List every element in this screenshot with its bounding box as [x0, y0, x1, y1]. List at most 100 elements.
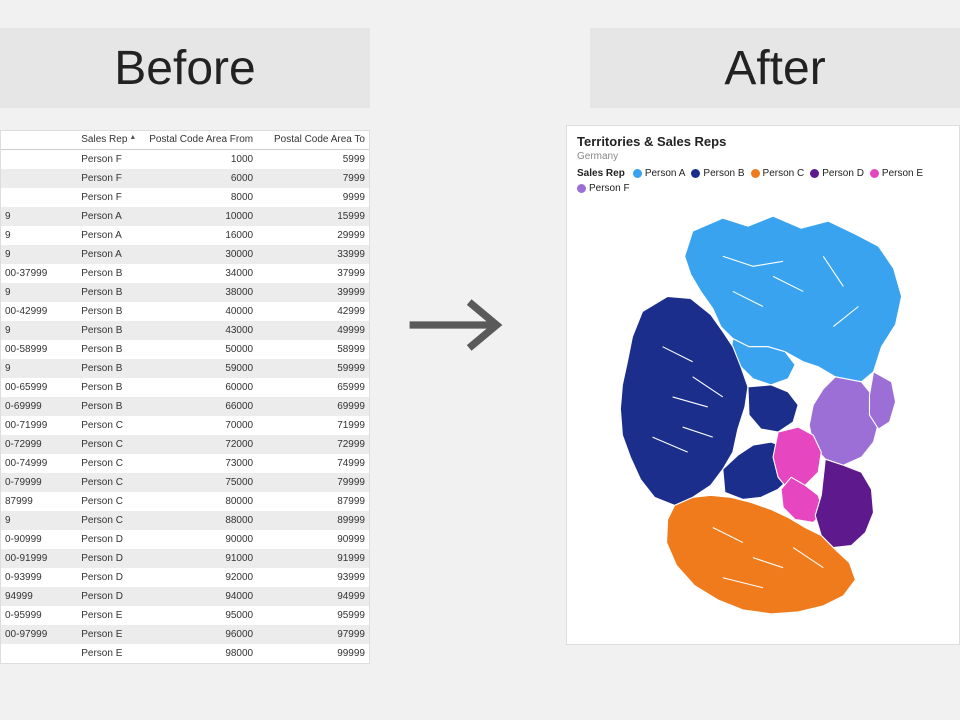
table-row[interactable]: 0-72999Person C7200072999	[1, 435, 369, 454]
table-row[interactable]: Person F10005999	[1, 149, 369, 169]
before-heading-text: Before	[114, 41, 255, 96]
cell-from: 91000	[143, 549, 257, 568]
cell-from: 60000	[143, 378, 257, 397]
cell-id	[1, 188, 77, 207]
cell-rep: Person D	[77, 549, 143, 568]
region-person-d[interactable]	[815, 459, 873, 547]
cell-rep: Person E	[77, 606, 143, 625]
table-row[interactable]: 0-79999Person C7500079999	[1, 473, 369, 492]
cell-rep: Person D	[77, 568, 143, 587]
legend-item[interactable]: Person C	[751, 168, 805, 179]
cell-id	[1, 644, 77, 663]
table-row[interactable]: 00-91999Person D9100091999	[1, 549, 369, 568]
cell-rep: Person B	[77, 397, 143, 416]
table-row[interactable]: 00-97999Person E9600097999	[1, 625, 369, 644]
table-row[interactable]: Person E9800099999	[1, 644, 369, 663]
map-canvas[interactable]	[567, 196, 959, 638]
cell-rep: Person B	[77, 359, 143, 378]
table-row[interactable]: 00-71999Person C7000071999	[1, 416, 369, 435]
cell-from: 70000	[143, 416, 257, 435]
table-row[interactable]: 00-74999Person C7300074999	[1, 454, 369, 473]
cell-rep: Person B	[77, 321, 143, 340]
table-row[interactable]: 00-37999Person B3400037999	[1, 264, 369, 283]
cell-to: 29999	[257, 226, 369, 245]
cell-id: 00-58999	[1, 340, 77, 359]
column-header-to[interactable]: Postal Code Area To	[257, 131, 369, 149]
cell-rep: Person A	[77, 226, 143, 245]
table-row[interactable]: 9Person C8800089999	[1, 511, 369, 530]
table-row[interactable]: 0-95999Person E9500095999	[1, 606, 369, 625]
legend-item-label: Person F	[589, 183, 630, 194]
cell-from: 59000	[143, 359, 257, 378]
table-row[interactable]: 87999Person C8000087999	[1, 492, 369, 511]
cell-from: 88000	[143, 511, 257, 530]
cell-id: 9	[1, 283, 77, 302]
table-row[interactable]: 9Person B5900059999	[1, 359, 369, 378]
region-person-b-3[interactable]	[748, 385, 798, 432]
cell-rep: Person B	[77, 264, 143, 283]
table-row[interactable]: 9Person B3800039999	[1, 283, 369, 302]
region-person-e[interactable]	[773, 427, 821, 489]
cell-rep: Person F	[77, 149, 143, 169]
table-row[interactable]: Person F80009999	[1, 188, 369, 207]
cell-to: 79999	[257, 473, 369, 492]
cell-to: 90999	[257, 530, 369, 549]
cell-from: 73000	[143, 454, 257, 473]
column-header-from[interactable]: Postal Code Area From	[143, 131, 257, 149]
cell-id: 0-79999	[1, 473, 77, 492]
cell-from: 75000	[143, 473, 257, 492]
cell-from: 90000	[143, 530, 257, 549]
legend-field-label: Sales Rep	[577, 168, 625, 179]
postal-codes-table[interactable]: Sales Rep▲ Postal Code Area From Postal …	[0, 130, 370, 664]
table-row[interactable]: 00-42999Person B4000042999	[1, 302, 369, 321]
legend-item-label: Person E	[882, 168, 923, 179]
table-row[interactable]: 9Person B4300049999	[1, 321, 369, 340]
legend-swatch-icon	[751, 169, 760, 178]
cell-id: 9	[1, 321, 77, 340]
table-row[interactable]: Person F60007999	[1, 169, 369, 188]
before-heading: Before	[0, 28, 370, 108]
legend-item-label: Person C	[763, 168, 805, 179]
legend-item[interactable]: Person F	[577, 183, 630, 194]
legend-item[interactable]: Person D	[810, 168, 864, 179]
column-header-id[interactable]	[1, 131, 77, 149]
cell-from: 1000	[143, 149, 257, 169]
cell-id: 00-42999	[1, 302, 77, 321]
legend-item[interactable]: Person B	[691, 168, 744, 179]
cell-to: 99999	[257, 644, 369, 663]
table-row[interactable]: 00-58999Person B5000058999	[1, 340, 369, 359]
legend-item-label: Person D	[822, 168, 864, 179]
legend-item[interactable]: Person E	[870, 168, 923, 179]
cell-to: 69999	[257, 397, 369, 416]
table-row[interactable]: 94999Person D9400094999	[1, 587, 369, 606]
table-row[interactable]: 0-69999Person B6600069999	[1, 397, 369, 416]
territories-map-visual[interactable]: Territories & Sales Reps Germany Sales R…	[566, 125, 960, 645]
region-person-f-2[interactable]	[869, 372, 895, 429]
cell-id: 0-93999	[1, 568, 77, 587]
report-title: Territories & Sales Reps	[577, 134, 949, 149]
cell-from: 30000	[143, 245, 257, 264]
table-row[interactable]: 9Person A1600029999	[1, 226, 369, 245]
report-subtitle: Germany	[577, 151, 949, 162]
cell-to: 9999	[257, 188, 369, 207]
column-header-rep[interactable]: Sales Rep▲	[77, 131, 143, 149]
table-row[interactable]: 00-65999Person B6000065999	[1, 378, 369, 397]
cell-to: 39999	[257, 283, 369, 302]
table-row[interactable]: 0-93999Person D9200093999	[1, 568, 369, 587]
cell-rep: Person F	[77, 188, 143, 207]
after-heading-text: After	[724, 41, 825, 96]
table-row[interactable]: 0-90999Person D9000090999	[1, 530, 369, 549]
cell-from: 6000	[143, 169, 257, 188]
cell-rep: Person D	[77, 587, 143, 606]
table-row[interactable]: 9Person A1000015999	[1, 207, 369, 226]
legend-item[interactable]: Person A	[633, 168, 686, 179]
cell-id: 87999	[1, 492, 77, 511]
table-row[interactable]: 9Person A3000033999	[1, 245, 369, 264]
cell-rep: Person B	[77, 283, 143, 302]
cell-rep: Person C	[77, 492, 143, 511]
legend-swatch-icon	[577, 184, 586, 193]
cell-id: 00-37999	[1, 264, 77, 283]
cell-to: 59999	[257, 359, 369, 378]
cell-rep: Person C	[77, 473, 143, 492]
legend-swatch-icon	[870, 169, 879, 178]
